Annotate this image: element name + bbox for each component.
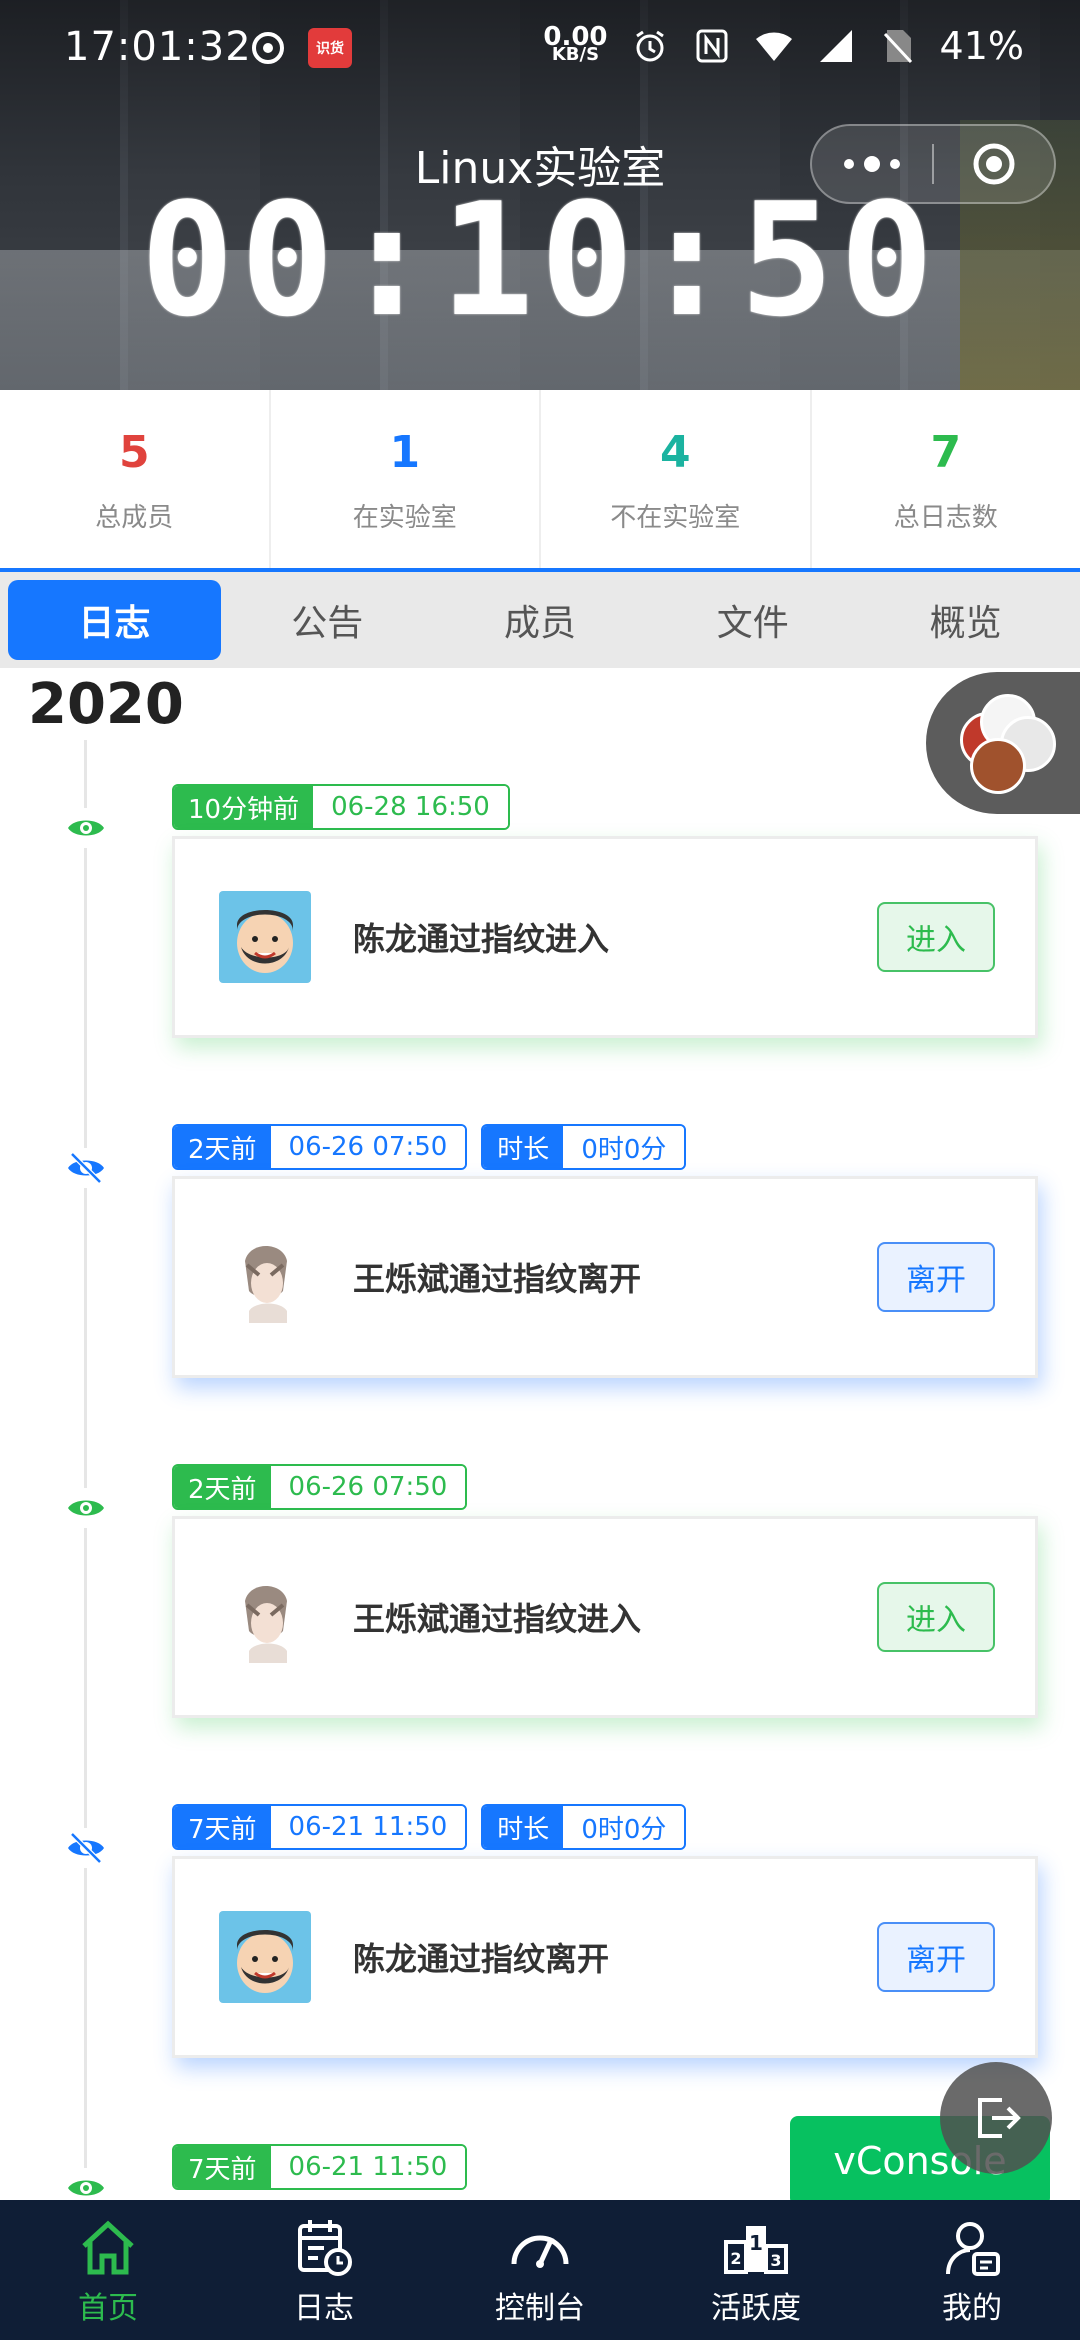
log-card[interactable]: 陈龙通过指纹离开 离开: [172, 1856, 1038, 2058]
exit-button[interactable]: [940, 2062, 1052, 2174]
svg-text:3: 3: [770, 2251, 781, 2270]
nav-console[interactable]: 控制台: [432, 2200, 648, 2340]
leaderboard-icon: 12 3: [721, 2213, 791, 2283]
stat-in-lab: 1 在实验室: [271, 390, 541, 568]
nav-label: 我的: [942, 2291, 1002, 2326]
time-tag: 2天前 06-26 07:50: [172, 1124, 468, 1170]
avatar: [219, 891, 311, 983]
bottom-nav: 首页 日志 控制台 12 3 活跃度 我的: [0, 2200, 1080, 2340]
log-text: 陈龙通过指纹进入: [353, 920, 610, 958]
eye-off-icon: [66, 1148, 106, 1188]
duration-tag: 时长 0时0分: [481, 1804, 687, 1850]
status-time: 17:01:32: [64, 24, 252, 70]
log-card[interactable]: 陈龙通过指纹进入 进入: [172, 836, 1038, 1038]
calendar-clock-icon: [289, 2213, 359, 2283]
user-icon: [937, 2213, 1007, 2283]
leave-badge[interactable]: 离开: [877, 1242, 995, 1312]
eye-off-icon: [66, 1828, 106, 1868]
exit-icon: [978, 2098, 1021, 2138]
timeline-line: [84, 740, 87, 2200]
log-text: 王烁斌通过指纹进入: [353, 1600, 642, 1638]
avatar: [970, 738, 1026, 794]
nav-label: 首页: [78, 2291, 138, 2326]
stat-total-members: 5 总成员: [0, 390, 271, 568]
stat-total-logs: 7 总日志数: [812, 390, 1080, 568]
svg-text:2: 2: [730, 2249, 741, 2268]
floating-avatars-widget[interactable]: [926, 672, 1080, 814]
tab-log[interactable]: 日志: [8, 580, 221, 660]
leave-badge[interactable]: 离开: [877, 1922, 995, 1992]
nav-label: 活跃度: [711, 2291, 801, 2326]
session-timer: 00:10:50: [140, 169, 940, 351]
duration-tag: 时长 0时0分: [481, 1124, 687, 1170]
no-sim-icon: [878, 26, 918, 66]
nav-label: 控制台: [495, 2291, 585, 2326]
enter-badge[interactable]: 进入: [877, 902, 995, 972]
nfc-icon: [692, 26, 732, 66]
alarm-icon: [630, 26, 670, 66]
status-bar: 17:01:32 识货 0.00 KB/S 41%: [0, 0, 1080, 100]
header-banner: 17:01:32 识货 0.00 KB/S 41% Linux实验室 00:10…: [0, 0, 1080, 390]
timeline-year: 2020: [28, 672, 184, 737]
avatar: [219, 1911, 311, 2003]
nav-mine[interactable]: 我的: [864, 2200, 1080, 2340]
time-tag: 2天前 06-26 07:50: [172, 1464, 468, 1510]
log-card[interactable]: 王烁斌通过指纹离开 离开: [172, 1176, 1038, 1378]
nav-home[interactable]: 首页: [0, 2200, 216, 2340]
speedometer-icon: [505, 2213, 575, 2283]
netease-music-icon: [248, 28, 288, 68]
stat-value: 7: [930, 426, 962, 478]
log-text: 王烁斌通过指纹离开: [353, 1260, 642, 1298]
stat-label: 不在实验室: [610, 502, 741, 533]
stat-not-in-lab: 4 不在实验室: [541, 390, 812, 568]
avatar: [219, 1231, 311, 1323]
tab-members[interactable]: 成员: [434, 580, 647, 660]
stats-panel: 5 总成员 1 在实验室 4 不在实验室 7 总日志数: [0, 390, 1080, 568]
svg-text:1: 1: [749, 2231, 763, 2255]
time-tag: 7天前 06-21 11:50: [172, 2144, 468, 2190]
more-dot-icon: [844, 159, 854, 169]
stat-value: 5: [118, 426, 150, 478]
stat-label: 总日志数: [893, 502, 998, 533]
enter-badge[interactable]: 进入: [877, 1582, 995, 1652]
time-tag: 10分钟前 06-28 16:50: [172, 784, 510, 830]
stat-label: 在实验室: [352, 502, 457, 533]
nav-log[interactable]: 日志: [216, 2200, 432, 2340]
battery-percent: 41%: [939, 24, 1024, 68]
tab-overview[interactable]: 概览: [859, 580, 1072, 660]
nav-label: 日志: [294, 2291, 354, 2326]
time-tag: 7天前 06-21 11:50: [172, 1804, 468, 1850]
shihuo-app-icon: 识货: [308, 28, 352, 68]
more-dot-icon: [890, 159, 900, 169]
tab-files[interactable]: 文件: [646, 580, 859, 660]
network-speed: 0.00 KB/S: [543, 22, 608, 65]
stat-label: 总成员: [95, 502, 174, 533]
tab-announcement[interactable]: 公告: [221, 580, 434, 660]
stat-value: 4: [659, 426, 691, 478]
eye-icon: [66, 1488, 106, 1528]
home-icon: [73, 2213, 143, 2283]
signal-icon: [816, 26, 856, 66]
avatar: [219, 1571, 311, 1663]
log-card[interactable]: 王烁斌通过指纹进入 进入: [172, 1516, 1038, 1718]
stat-value: 1: [389, 426, 421, 478]
nav-activity[interactable]: 12 3 活跃度: [648, 2200, 864, 2340]
eye-icon: [66, 808, 106, 848]
wifi-icon: [754, 26, 794, 66]
log-text: 陈龙通过指纹离开: [353, 1940, 610, 1978]
tab-bar: 日志 公告 成员 文件 概览: [0, 568, 1080, 668]
